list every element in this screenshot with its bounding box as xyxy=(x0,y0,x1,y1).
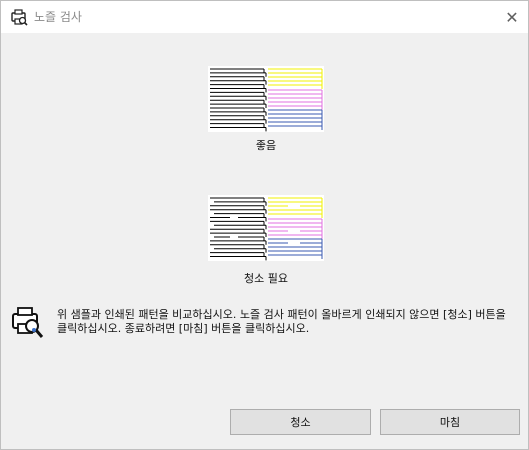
instruction-text: 위 샘플과 인쇄된 패턴을 비교하십시오. 노즐 검사 패턴이 올바르게 인쇄되… xyxy=(57,308,506,335)
needs-cleaning-pattern-image xyxy=(208,195,324,261)
clean-button[interactable]: 청소 xyxy=(230,409,371,435)
close-button[interactable]: ✕ xyxy=(496,1,528,33)
dialog-title: 노즐 검사 xyxy=(34,10,82,24)
nozzle-check-dialog: 노즐 검사 ✕ 좋음 청소 필요 위 샘플과 인쇄된 패턴을 비교하십시오. 노… xyxy=(0,0,529,450)
good-pattern-label: 좋음 xyxy=(255,139,277,152)
needs-cleaning-pattern-label: 청소 필요 xyxy=(244,272,288,285)
finish-button[interactable]: 마침 xyxy=(380,409,520,435)
close-icon: ✕ xyxy=(505,7,519,27)
dialog-body: 좋음 청소 필요 위 샘플과 인쇄된 패턴을 비교하십시오. 노즐 검사 패턴이… xyxy=(1,33,528,449)
printer-info-icon xyxy=(12,307,44,338)
good-pattern-image xyxy=(208,66,324,132)
printer-nozzle-check-icon xyxy=(11,9,28,26)
title-bar[interactable]: 노즐 검사 ✕ xyxy=(1,1,528,33)
